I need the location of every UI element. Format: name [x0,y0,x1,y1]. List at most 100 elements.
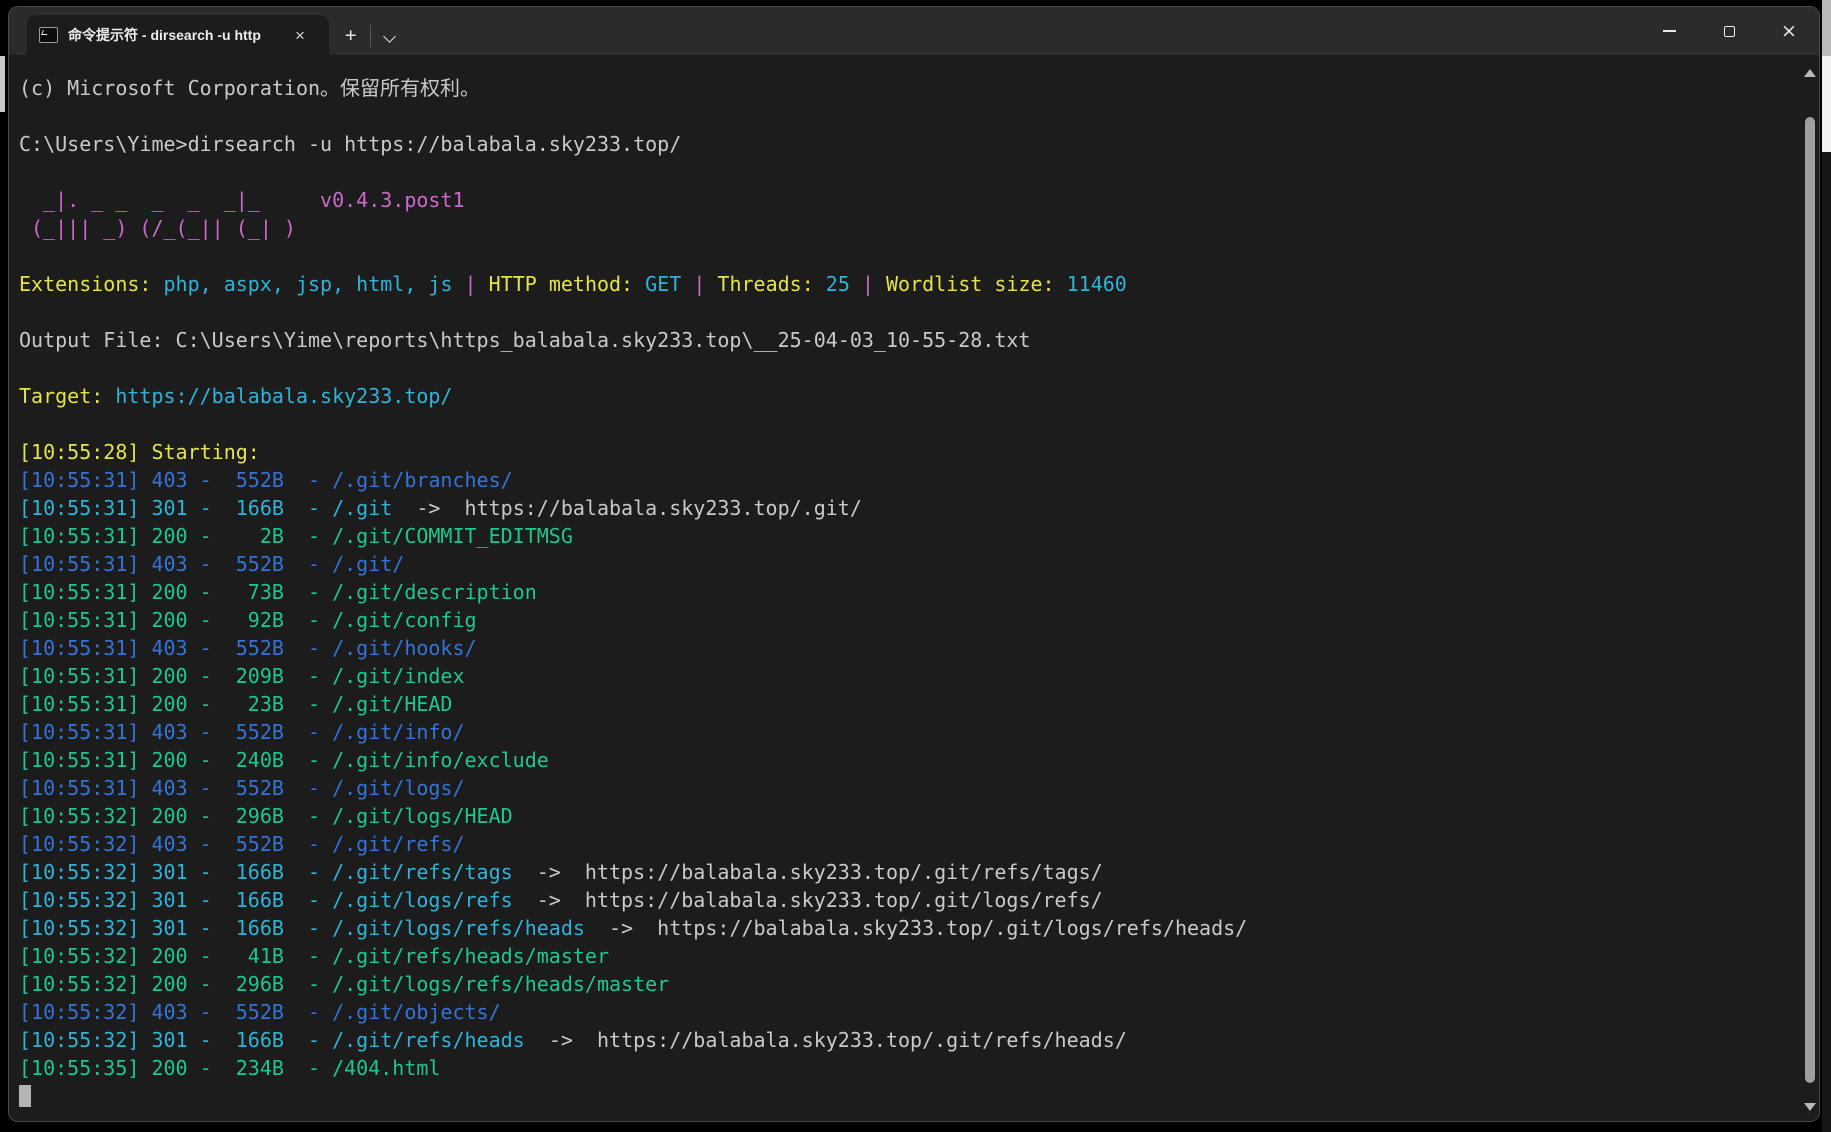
terminal-text-segment: [10:55:31] 200 - 73B - /.git/description [19,580,537,604]
terminal-text-segment: -> https://balabala.sky233.top/.git/ [392,496,862,520]
terminal-text-segment: [10:55:31] 403 - 552B - /.git/logs/ [19,776,465,800]
tab-title: 命令提示符 - dirsearch -u http [68,25,280,45]
scroll-up-icon[interactable] [1804,69,1816,77]
terminal-text-segment: [10:55:32] 403 - 552B - /.git/refs/ [19,832,465,856]
terminal-text-segment: [10:55:31] 403 - 552B - /.git/hooks/ [19,636,477,660]
background-window-sliver-left [0,56,5,112]
background-window-sliver-right-top [1822,0,1831,56]
terminal-text-segment: Threads: [717,272,825,296]
terminal-line: C:\Users\Yime>dirsearch -u https://balab… [19,130,1247,158]
new-tab-button[interactable]: + [345,26,356,45]
tab-close-icon[interactable]: × [290,26,310,45]
terminal-line: [10:55:31] 200 - 240B - /.git/info/exclu… [19,746,1247,774]
close-icon: × [1781,22,1797,41]
terminal-line: [10:55:32] 301 - 166B - /.git/refs/heads… [19,1026,1247,1054]
terminal-text-segment: [10:55:32] 301 - 166B - /.git/logs/refs/… [19,916,585,940]
terminal-line: [10:55:31] 200 - 73B - /.git/description [19,578,1247,606]
cmd-prompt-icon [39,27,58,43]
terminal-text-segment: [10:55:32] 301 - 166B - /.git/refs/heads [19,1028,525,1052]
terminal-cursor [19,1085,31,1107]
terminal-text-segment: 11460 [1067,272,1127,296]
terminal-line: [10:55:31] 200 - 209B - /.git/index [19,662,1247,690]
terminal-text-segment: https://balabala.sky233.top/ [115,384,452,408]
terminal-text-segment: [10:55:31] 301 - 166B - /.git [19,496,392,520]
terminal-line: (_||| _) (/_(_|| (_| ) [19,214,1247,242]
terminal-text-segment: GET [645,272,681,296]
terminal-line: [10:55:31] 200 - 23B - /.git/HEAD [19,690,1247,718]
terminal-text-segment: [10:55:32] 200 - 296B - /.git/logs/HEAD [19,804,513,828]
terminal-text-segment: [10:55:31] 403 - 552B - /.git/info/ [19,720,465,744]
terminal-line: [10:55:31] 403 - 552B - /.git/ [19,550,1247,578]
terminal-text-segment: -> https://balabala.sky233.top/.git/refs… [513,860,1103,884]
chevron-down-icon[interactable] [384,30,397,43]
terminal-output: (c) Microsoft Corporation。保留所有权利。 C:\Use… [19,74,1247,1110]
terminal-line: [10:55:32] 301 - 166B - /.git/logs/refs/… [19,914,1247,942]
terminal-text-segment: [10:55:35] 200 - 234B - /404.html [19,1056,440,1080]
terminal-text-segment: | [850,272,886,296]
terminal-line: [10:55:32] 403 - 552B - /.git/objects/ [19,998,1247,1026]
terminal-text-segment: [10:55:32] 403 - 552B - /.git/objects/ [19,1000,501,1024]
terminal-line [19,158,1247,186]
terminal-text-segment: 25 [826,272,850,296]
maximize-button[interactable] [1699,7,1759,55]
terminal-text-segment: -> https://balabala.sky233.top/.git/logs… [585,916,1247,940]
terminal-text-segment: [10:55:31] 200 - 2B - /.git/COMMIT_EDITM… [19,524,573,548]
terminal-text-segment: [10:55:28] [19,440,139,464]
maximize-icon [1724,26,1735,37]
terminal-line: Target: https://balabala.sky233.top/ [19,382,1247,410]
terminal-window: 命令提示符 - dirsearch -u http × + × (c) Micr… [8,6,1820,1122]
background-window-sliver-right [1822,56,1831,152]
terminal-text-segment: [10:55:31] 200 - 23B - /.git/HEAD [19,692,452,716]
terminal-line: [10:55:31] 301 - 166B - /.git -> https:/… [19,494,1247,522]
terminal-text-segment: -> https://balabala.sky233.top/.git/logs… [513,888,1103,912]
terminal-line: [10:55:31] 200 - 2B - /.git/COMMIT_EDITM… [19,522,1247,550]
terminal-text-segment: [10:55:32] 200 - 41B - /.git/refs/heads/… [19,944,609,968]
terminal-line [19,354,1247,382]
terminal-line: Output File: C:\Users\Yime\reports\https… [19,326,1247,354]
terminal-text-segment: _|. _ _ _ _ _|_ [19,188,320,212]
tab-cmd-dirsearch[interactable]: 命令提示符 - dirsearch -u http × [27,15,329,55]
scrollbar[interactable] [1802,57,1818,1119]
terminal-text-segment: C:\Users\Yime>dirsearch -u https://balab… [19,132,681,156]
terminal-line [19,410,1247,438]
terminal-text-segment: Extensions: [19,272,164,296]
terminal-text-segment: [10:55:32] 200 - 296B - /.git/logs/refs/… [19,972,669,996]
terminal-line: [10:55:31] 403 - 552B - /.git/info/ [19,718,1247,746]
terminal-text-segment: Wordlist size: [886,272,1067,296]
title-bar[interactable]: 命令提示符 - dirsearch -u http × + × [9,7,1819,55]
terminal-text-segment: | [452,272,488,296]
terminal-line: [10:55:35] 200 - 234B - /404.html [19,1054,1247,1082]
terminal-line: [10:55:32] 200 - 41B - /.git/refs/heads/… [19,942,1247,970]
terminal-body[interactable]: (c) Microsoft Corporation。保留所有权利。 C:\Use… [9,55,1819,1121]
terminal-line: (c) Microsoft Corporation。保留所有权利。 [19,74,1247,102]
scrollbar-thumb[interactable] [1805,117,1815,1083]
terminal-text-segment: | [681,272,717,296]
terminal-line: [10:55:31] 403 - 552B - /.git/branches/ [19,466,1247,494]
close-button[interactable]: × [1759,7,1819,55]
terminal-text-segment: [10:55:31] 200 - 92B - /.git/config [19,608,477,632]
terminal-line [19,298,1247,326]
terminal-text-segment: php, aspx, jsp, html, js [164,272,453,296]
terminal-text-segment: [10:55:31] 403 - 552B - /.git/ [19,552,404,576]
terminal-line: [10:55:31] 403 - 552B - /.git/logs/ [19,774,1247,802]
terminal-text-segment: Target: [19,384,115,408]
terminal-text-segment: -> https://balabala.sky233.top/.git/refs… [525,1028,1127,1052]
terminal-line [19,242,1247,270]
terminal-line: [10:55:28] Starting: [19,438,1247,466]
terminal-text-segment: Output File: C:\Users\Yime\reports\https… [19,328,1030,352]
terminal-line: _|. _ _ _ _ _|_ v0.4.3.post1 [19,186,1247,214]
minimize-button[interactable] [1639,7,1699,55]
terminal-line: [10:55:31] 200 - 92B - /.git/config [19,606,1247,634]
terminal-line: [10:55:32] 301 - 166B - /.git/logs/refs … [19,886,1247,914]
terminal-line [19,102,1247,130]
terminal-line: Extensions: php, aspx, jsp, html, js | H… [19,270,1247,298]
terminal-text-segment: v0.4.3.post1 [320,188,465,212]
terminal-text-segment: [10:55:31] 200 - 209B - /.git/index [19,664,465,688]
window-controls: × [1639,7,1819,55]
terminal-line: [10:55:32] 301 - 166B - /.git/refs/tags … [19,858,1247,886]
scroll-down-icon[interactable] [1804,1103,1816,1111]
terminal-text-segment: [10:55:31] 200 - 240B - /.git/info/exclu… [19,748,549,772]
terminal-text-segment: HTTP method: [489,272,646,296]
background-window-sliver-right-dark [1822,152,1831,1132]
minimize-icon [1663,30,1676,32]
